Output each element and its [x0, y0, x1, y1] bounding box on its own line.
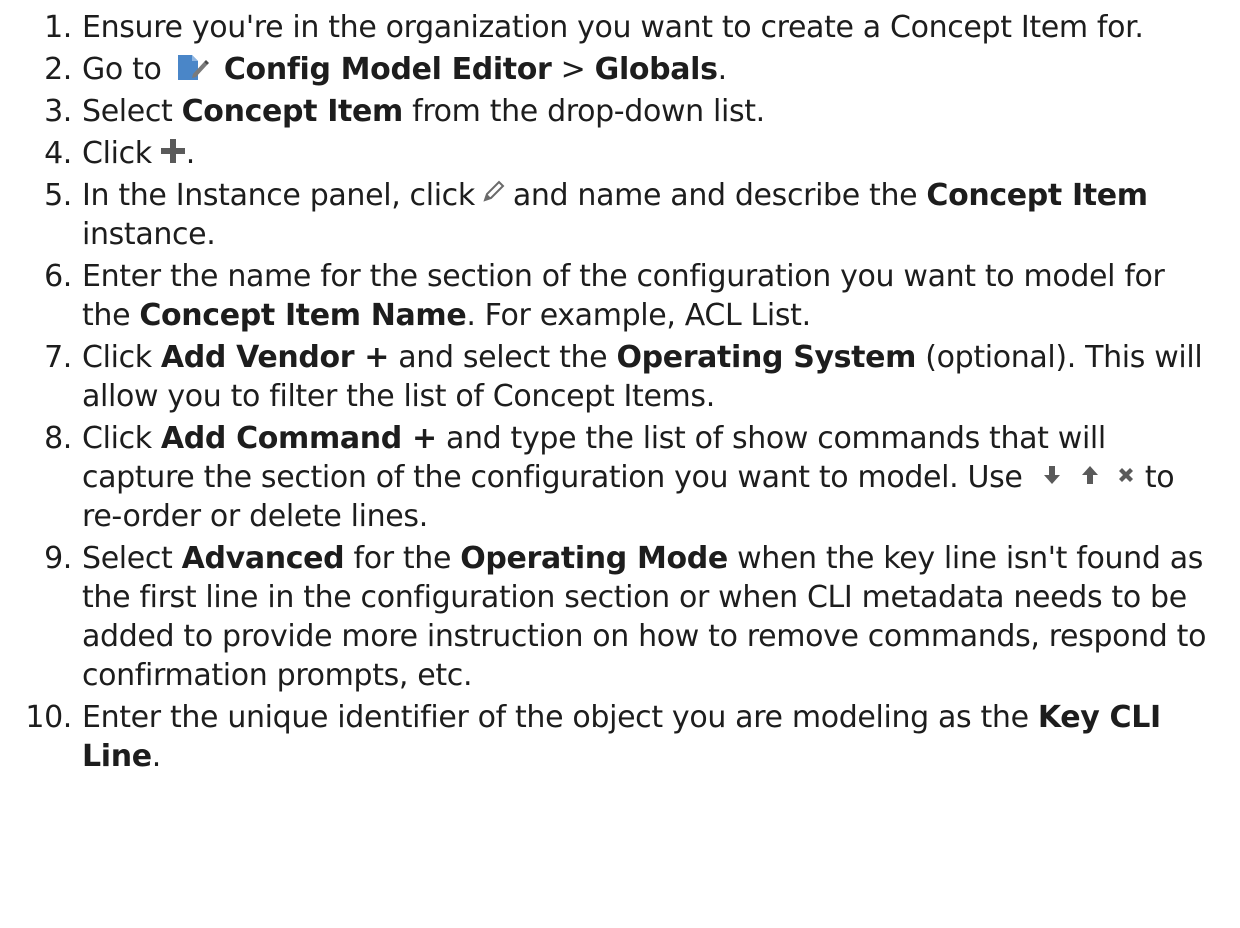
step-3: 3. Select Concept Item from the drop-dow…	[0, 92, 1220, 131]
step-number: 5.	[44, 178, 72, 213]
step-7: 7. Click Add Vendor + and select the Ope…	[0, 338, 1220, 416]
step-text: Ensure you're in the organization you wa…	[82, 10, 1144, 45]
edit-page-icon	[177, 54, 209, 80]
step-number: 3.	[44, 94, 72, 129]
procedure-document: 1. Ensure you're in the organization you…	[0, 0, 1240, 776]
advanced-label: Advanced	[181, 541, 345, 576]
step-5: 5. In the Instance panel, click and name…	[0, 176, 1220, 254]
operating-system-label: Operating System	[616, 340, 917, 375]
step-number: 2.	[44, 52, 72, 87]
step-number: 7.	[44, 340, 72, 375]
step-number: 9.	[44, 541, 72, 576]
steps-list: 1. Ensure you're in the organization you…	[0, 8, 1220, 776]
add-vendor-label: Add Vendor +	[160, 340, 390, 375]
arrow-down-icon	[1043, 465, 1060, 484]
add-command-label: Add Command +	[160, 421, 437, 456]
step-4: 4. Click .	[0, 134, 1220, 173]
step-6: 6. Enter the name for the section of the…	[0, 257, 1220, 335]
x-icon	[1118, 467, 1133, 482]
step-10: 10. Enter the unique identifier of the o…	[0, 698, 1220, 776]
step-2: 2. Go to Config Model Editor > Globals.	[0, 50, 1220, 89]
field-concept-item-name: Concept Item Name	[139, 298, 467, 333]
menu-globals: Globals	[594, 52, 718, 87]
step-number: 10.	[25, 700, 72, 735]
step-8: 8. Click Add Command + and type the list…	[0, 419, 1220, 536]
step-number: 1.	[44, 10, 72, 45]
step-number: 6.	[44, 259, 72, 294]
pencil-icon	[483, 180, 505, 202]
plus-icon	[160, 138, 185, 163]
arrow-up-icon	[1081, 465, 1098, 484]
step-1: 1. Ensure you're in the organization you…	[0, 8, 1220, 47]
step-text: Go to	[82, 52, 162, 87]
concept-item-label: Concept Item	[926, 178, 1148, 213]
step-number: 8.	[44, 421, 72, 456]
option-concept-item: Concept Item	[181, 94, 404, 129]
operating-mode-label: Operating Mode	[460, 541, 728, 576]
step-number: 4.	[44, 136, 72, 171]
step-9: 9. Select Advanced for the Operating Mod…	[0, 539, 1220, 695]
menu-config-model-editor: Config Model Editor	[223, 52, 552, 87]
